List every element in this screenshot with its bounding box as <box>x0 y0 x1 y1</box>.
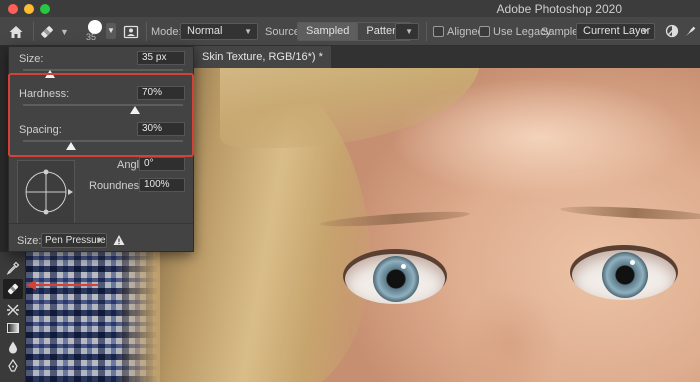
size-control-select[interactable]: Pen Pressure ▼ <box>41 233 107 248</box>
document-tab-bar: Skin Texture, RGB/16*) * <box>194 46 700 68</box>
divider <box>33 22 34 41</box>
clone-source-icon <box>123 25 139 38</box>
eyedropper-tool[interactable] <box>3 258 23 278</box>
use-legacy-checkbox[interactable] <box>479 26 490 37</box>
angle-input-value: 0° <box>144 158 154 169</box>
annotation-highlight-box <box>8 73 194 157</box>
eyedropper-icon <box>6 261 20 275</box>
photo-nose <box>460 288 560 382</box>
crop-tool[interactable] <box>3 300 23 320</box>
healing-brush-icon <box>7 283 19 295</box>
document-tab-title: Skin Texture, RGB/16*) * <box>202 51 323 63</box>
document-tab[interactable]: Skin Texture, RGB/16*) * <box>194 46 331 68</box>
pressure-size-label: Size: <box>17 235 42 247</box>
photo-eye-right <box>572 250 676 300</box>
mode-select-value: Normal <box>187 25 223 37</box>
window-close-button[interactable] <box>8 4 18 14</box>
ignore-adjustment-layers-icon[interactable] <box>664 23 680 39</box>
size-input[interactable]: 35 px <box>137 51 185 65</box>
source-toggle: Sampled Pattern <box>297 22 411 41</box>
dodge-icon <box>9 341 17 354</box>
healing-brush-tool[interactable] <box>3 279 23 299</box>
document-canvas[interactable] <box>160 68 700 382</box>
divider <box>146 22 147 41</box>
photo-plaid-shirt <box>26 252 160 382</box>
mode-select[interactable]: Normal ▼ <box>180 23 258 40</box>
size-input-value: 35 px <box>142 52 167 63</box>
aligned-checkbox[interactable] <box>433 26 444 37</box>
roundness-input[interactable]: 100% <box>139 178 185 192</box>
chevron-down-icon: ▼ <box>405 27 413 36</box>
chevron-down-icon: ▼ <box>95 236 103 245</box>
pattern-picker[interactable]: ▼ <box>395 23 419 40</box>
photo-eye-left <box>345 254 445 304</box>
divider <box>9 223 193 224</box>
pressure-opacity-icon[interactable] <box>684 23 698 39</box>
source-sampled-button[interactable]: Sampled <box>298 23 358 40</box>
home-icon <box>9 25 23 38</box>
crop-icon <box>7 304 19 316</box>
clone-source-panel-button[interactable] <box>123 17 139 46</box>
gradient-icon <box>7 323 19 333</box>
tools-panel <box>0 252 26 382</box>
roundness-input-value: 100% <box>144 179 170 190</box>
photo-iris <box>602 252 648 298</box>
gradient-tool[interactable] <box>3 318 23 338</box>
mode-label: Mode: <box>151 25 182 38</box>
annotation-arrow-icon <box>26 277 98 293</box>
healing-brush-icon <box>41 25 53 38</box>
sample-select[interactable]: Current Layer ▼ <box>576 23 655 40</box>
app-title: Adobe Photoshop 2020 <box>496 2 622 16</box>
title-bar: Adobe Photoshop 2020 <box>0 0 700 17</box>
photo-eyebrow-right <box>559 204 700 222</box>
chevron-down-icon: ▼ <box>244 27 252 36</box>
brush-picker-toggle[interactable]: ▼ <box>106 23 116 39</box>
pen-icon <box>8 359 18 372</box>
window-maximize-button[interactable] <box>40 4 50 14</box>
warning-icon <box>113 234 125 246</box>
size-label: Size: <box>19 53 44 65</box>
window-minimize-button[interactable] <box>24 4 34 14</box>
chevron-down-icon: ▼ <box>641 27 649 36</box>
angle-compass-icon <box>17 160 75 224</box>
divider <box>426 22 427 41</box>
tool-preset-picker[interactable]: ▼ <box>38 17 69 46</box>
pen-tool[interactable] <box>3 356 23 376</box>
photo-eye-glint <box>401 264 406 269</box>
photo-eye-glint <box>630 260 635 265</box>
chevron-down-icon: ▼ <box>107 26 115 35</box>
blur-tool[interactable] <box>3 337 23 357</box>
brush-angle-roundness-widget[interactable] <box>17 160 75 224</box>
options-bar: ▼ 35 ▼ Mode: Normal ▼ Source: Sampled Pa… <box>0 17 700 46</box>
photo-iris <box>373 256 419 302</box>
home-button[interactable] <box>8 17 28 46</box>
chevron-down-icon: ▼ <box>60 26 69 37</box>
angle-input[interactable]: 0° <box>139 157 185 171</box>
photo-hair <box>116 252 160 382</box>
brush-size-value: 35 <box>86 32 97 42</box>
